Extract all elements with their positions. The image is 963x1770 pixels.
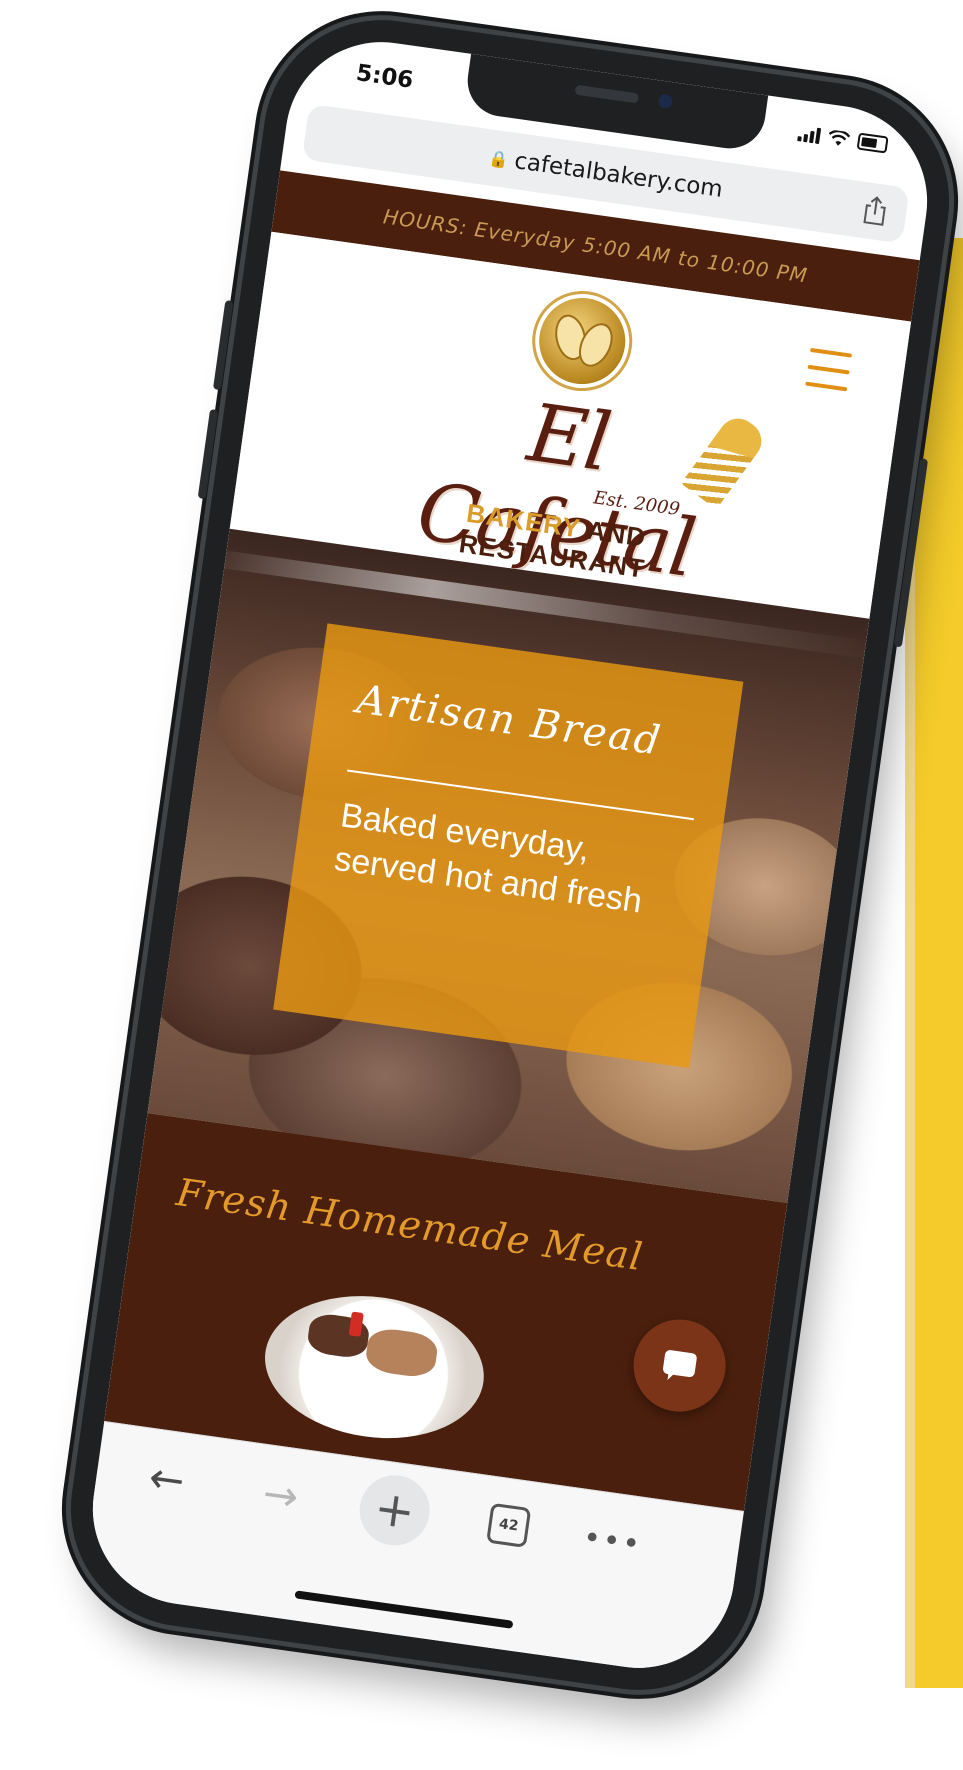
new-tab-button[interactable]: + bbox=[355, 1470, 435, 1550]
yellow-background-panel bbox=[905, 238, 963, 1688]
hero-card: Artisan Bread Baked everyday, served hot… bbox=[273, 623, 744, 1068]
tabs-count-button[interactable]: 42 bbox=[486, 1502, 532, 1548]
url-text: cafetalbakery.com bbox=[512, 148, 725, 203]
lock-icon: 🔒 bbox=[487, 147, 510, 170]
coffee-bean-emblem-icon bbox=[533, 292, 631, 390]
volume-up-button bbox=[212, 300, 234, 391]
more-options-button[interactable]: ••• bbox=[579, 1510, 646, 1572]
hero-banner: Artisan Bread Baked everyday, served hot… bbox=[147, 528, 870, 1203]
volume-down-button bbox=[197, 408, 219, 500]
meals-title: Fresh Homemade Meal bbox=[173, 1170, 646, 1280]
share-icon[interactable] bbox=[860, 194, 890, 227]
status-icons bbox=[797, 124, 889, 154]
hamburger-menu-icon[interactable] bbox=[805, 347, 853, 392]
site-logo[interactable]: El Cafetal Est. 2009 BAKERY AND RESTAURA… bbox=[372, 273, 770, 595]
forward-button[interactable]: → bbox=[247, 1463, 314, 1525]
back-button[interactable]: ← bbox=[133, 1447, 200, 1509]
chat-bubble-icon bbox=[662, 1349, 698, 1382]
wifi-icon bbox=[828, 129, 851, 146]
hero-subtitle: Baked everyday, served hot and fresh bbox=[332, 793, 691, 929]
phone-device: 5:06 🔒 cafetalbakery.com HOURS: Everyday… bbox=[55, 4, 963, 1706]
meal-plate-image bbox=[255, 1282, 494, 1452]
battery-icon bbox=[856, 132, 889, 154]
status-time: 5:06 bbox=[354, 60, 415, 94]
chat-button[interactable] bbox=[627, 1313, 732, 1418]
front-camera bbox=[657, 93, 674, 110]
home-indicator[interactable] bbox=[294, 1590, 514, 1629]
hero-title: Artisan Bread bbox=[353, 676, 665, 765]
speaker-grille bbox=[574, 84, 640, 104]
phone-screen: 5:06 🔒 cafetalbakery.com HOURS: Everyday… bbox=[80, 29, 940, 1681]
signal-icon bbox=[797, 125, 822, 145]
